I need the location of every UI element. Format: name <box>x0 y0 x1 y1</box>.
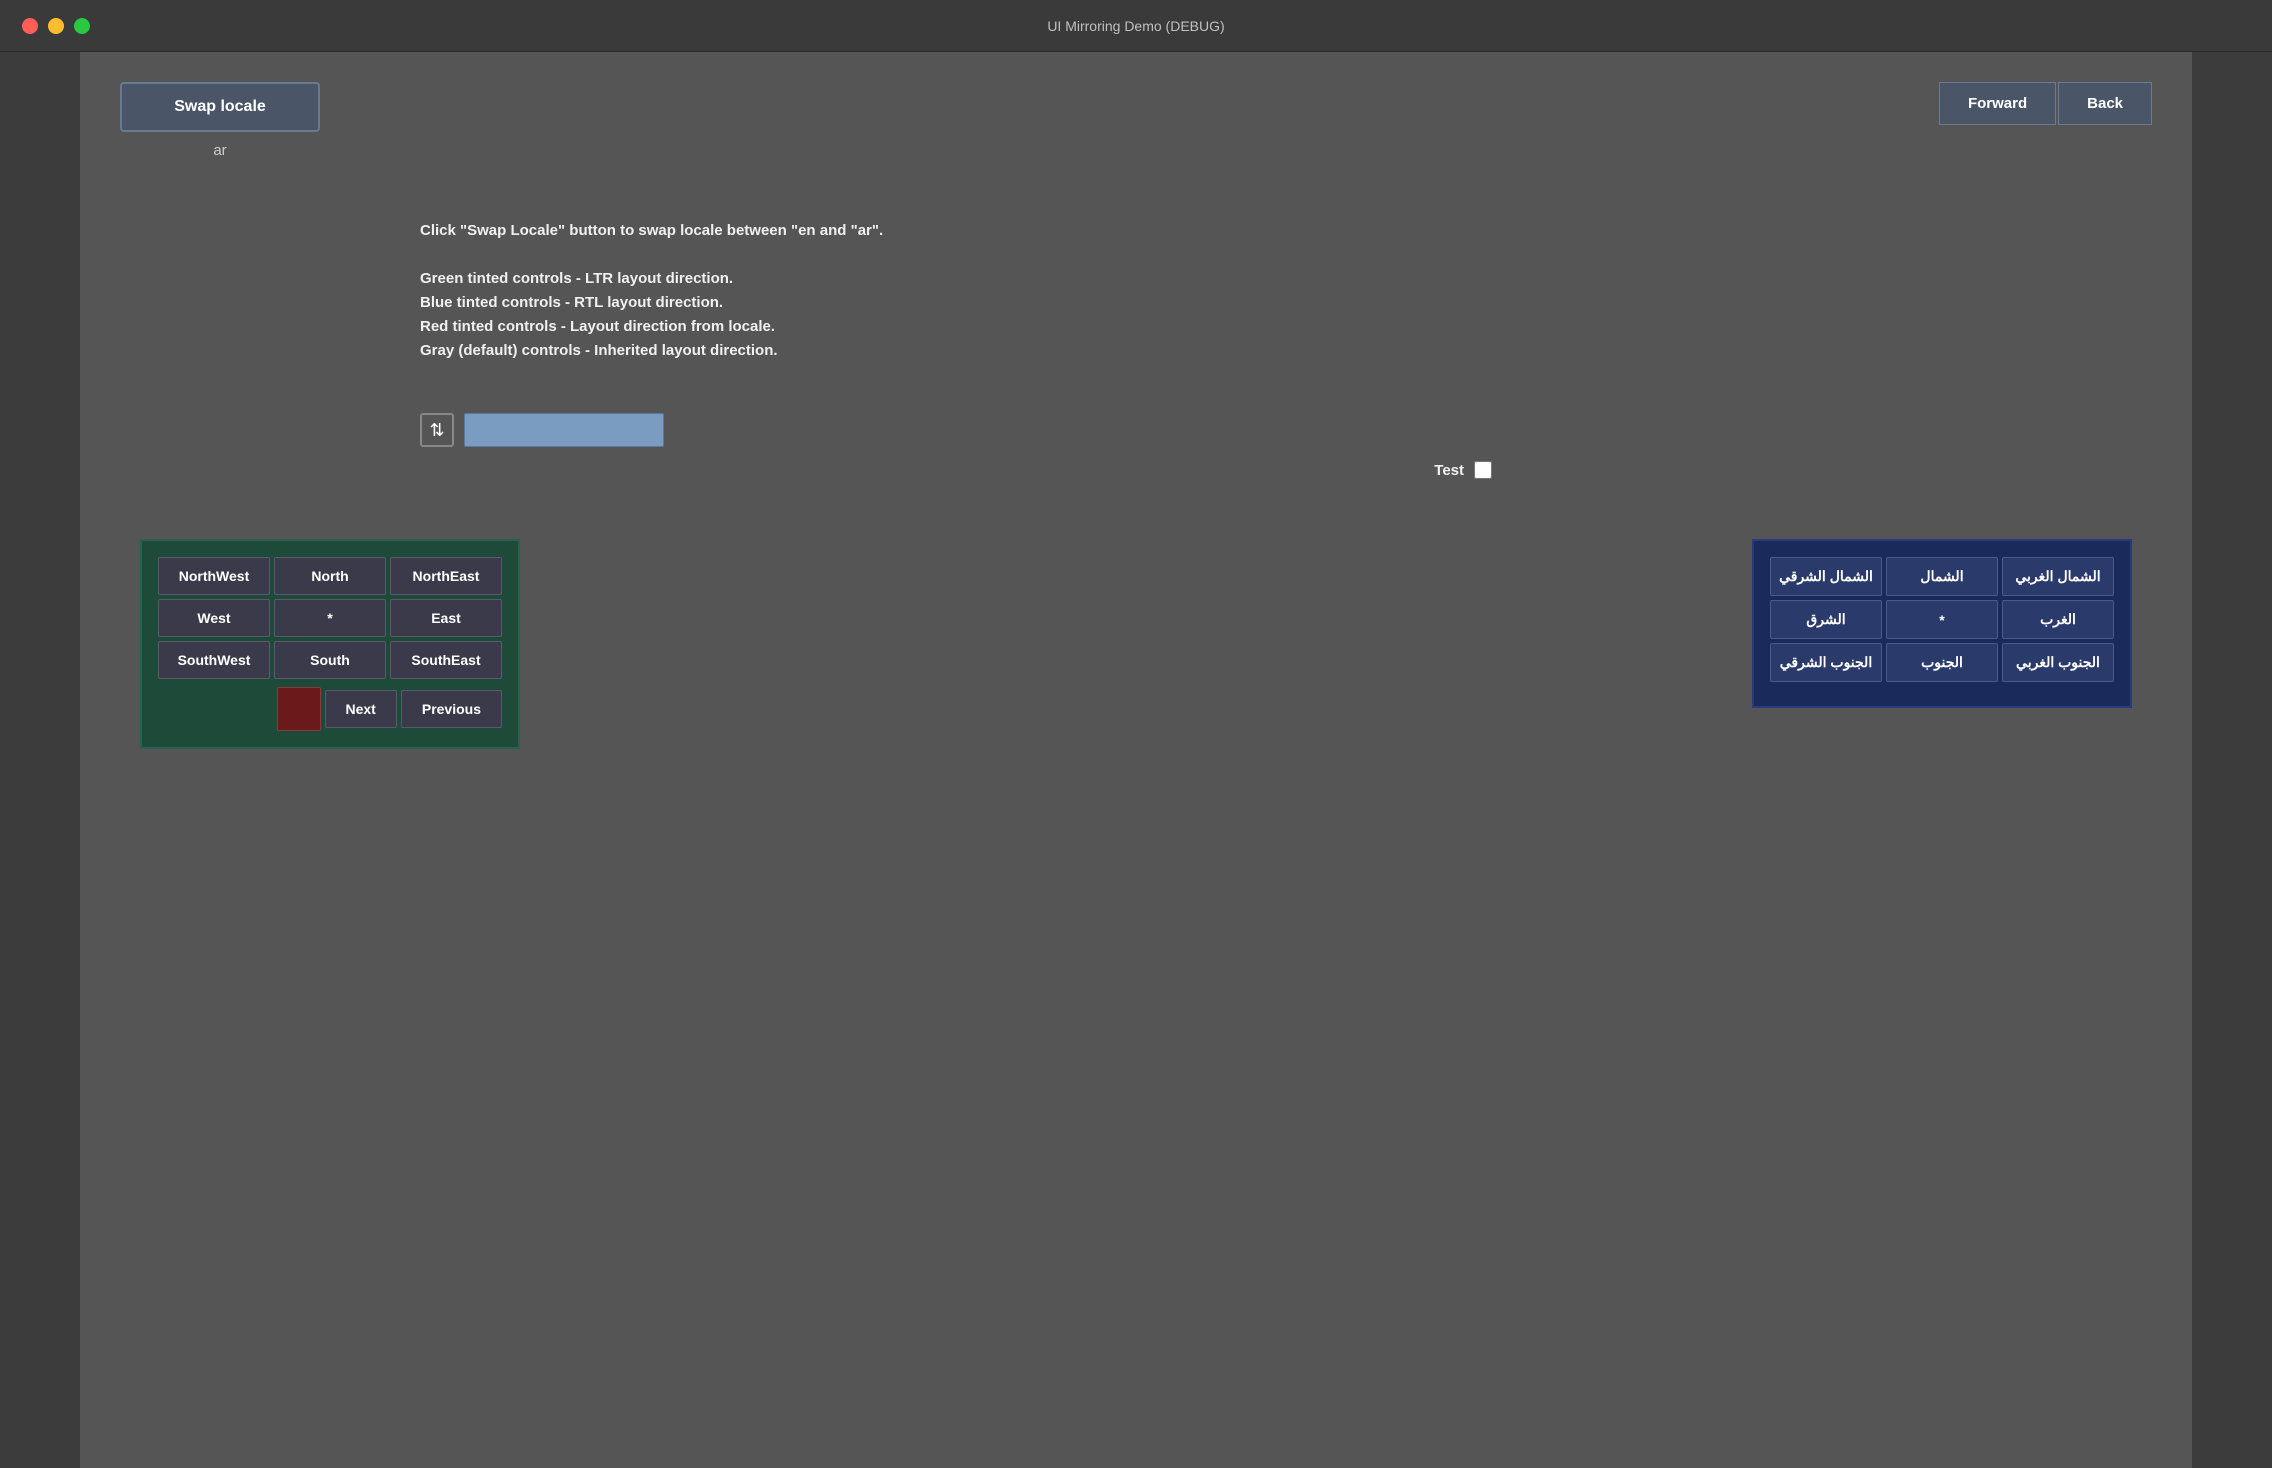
spinner-button[interactable]: ⇅ <box>420 413 454 447</box>
ltr-northeast-button[interactable]: NorthEast <box>390 557 502 595</box>
ltr-southwest-button[interactable]: SouthWest <box>158 641 270 679</box>
rtl-southwest-button[interactable]: الجنوب الغربي <box>2002 643 2114 682</box>
forward-button[interactable]: Forward <box>1939 82 2056 125</box>
panels-row: NorthWest North NorthEast West * East So… <box>80 539 2192 749</box>
swap-locale-area: Swap locale ar <box>120 82 320 159</box>
rtl-center-button[interactable]: * <box>1886 600 1998 639</box>
close-button[interactable] <box>22 18 38 34</box>
instruction-line4: Red tinted controls - Layout direction f… <box>420 315 2152 339</box>
instruction-line5: Gray (default) controls - Inherited layo… <box>420 339 2152 363</box>
ltr-east-button[interactable]: East <box>390 599 502 637</box>
ltr-west-button[interactable]: West <box>158 599 270 637</box>
minimize-button[interactable] <box>48 18 64 34</box>
ltr-north-button[interactable]: North <box>274 557 386 595</box>
color-swatch <box>277 687 321 731</box>
locale-value: ar <box>213 142 226 159</box>
test-checkbox[interactable] <box>1474 461 1492 479</box>
instructions-area: Click "Swap Locale" button to swap local… <box>380 199 2192 383</box>
ltr-northwest-button[interactable]: NorthWest <box>158 557 270 595</box>
title-bar: UI Mirroring Demo (DEBUG) <box>0 0 2272 52</box>
main-window: Swap locale ar Forward Back Click "Swap … <box>80 52 2192 1468</box>
back-button[interactable]: Back <box>2058 82 2152 125</box>
ltr-south-button[interactable]: South <box>274 641 386 679</box>
instruction-line2: Green tinted controls - LTR layout direc… <box>420 267 2152 291</box>
ltr-compass-panel: NorthWest North NorthEast West * East So… <box>140 539 520 749</box>
test-label: Test <box>1434 462 1464 479</box>
toolbar: Swap locale ar Forward Back <box>80 52 2192 169</box>
ltr-compass-grid: NorthWest North NorthEast West * East So… <box>158 557 502 679</box>
ltr-action-row: Next Previous <box>158 687 502 731</box>
rtl-south-button[interactable]: الجنوب <box>1886 643 1998 682</box>
window-title: UI Mirroring Demo (DEBUG) <box>1047 18 1224 34</box>
ltr-next-button[interactable]: Next <box>325 690 397 728</box>
rtl-northeast-button[interactable]: الشمال الشرقي <box>1770 557 1882 596</box>
rtl-compass-panel: الشمال الغربي الشمال الشمال الشرقي الغرب… <box>1752 539 2132 708</box>
ltr-previous-button[interactable]: Previous <box>401 690 502 728</box>
rtl-compass-grid: الشمال الغربي الشمال الشمال الشرقي الغرب… <box>1770 557 2114 682</box>
instruction-line3: Blue tinted controls - RTL layout direct… <box>420 291 2152 315</box>
instruction-line1: Click "Swap Locale" button to swap local… <box>420 219 2152 243</box>
test-row: Test <box>380 461 2192 479</box>
rtl-southeast-button[interactable]: الجنوب الشرقي <box>1770 643 1882 682</box>
maximize-button[interactable] <box>74 18 90 34</box>
nav-buttons: Forward Back <box>1939 82 2152 125</box>
rtl-east-button[interactable]: الشرق <box>1770 600 1882 639</box>
swap-locale-button[interactable]: Swap locale <box>120 82 320 132</box>
rtl-north-button[interactable]: الشمال <box>1886 557 1998 596</box>
traffic-lights <box>22 18 90 34</box>
rtl-west-button[interactable]: الغرب <box>2002 600 2114 639</box>
ltr-center-button[interactable]: * <box>274 599 386 637</box>
text-input-field[interactable] <box>464 413 664 447</box>
input-row: ⇅ <box>380 413 2192 447</box>
rtl-northwest-button[interactable]: الشمال الغربي <box>2002 557 2114 596</box>
ltr-southeast-button[interactable]: SouthEast <box>390 641 502 679</box>
